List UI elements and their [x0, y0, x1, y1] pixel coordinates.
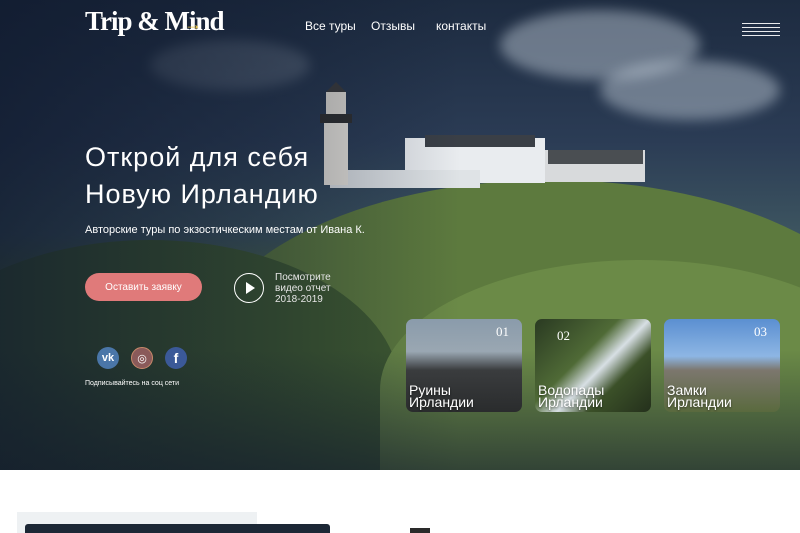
- play-icon: [246, 282, 255, 294]
- hero-section: Trip & Mind → Все туры Отзывы контакты О…: [0, 0, 800, 470]
- bottom-section-image: [25, 524, 330, 533]
- play-video-button[interactable]: [234, 273, 264, 303]
- tour-card-waterfalls[interactable]: 02 Водопады Ирландии: [535, 319, 651, 412]
- card-title: Руины Ирландии: [409, 382, 474, 410]
- nav-reviews[interactable]: Отзывы: [371, 19, 415, 33]
- instagram-icon[interactable]: ◎: [131, 347, 153, 369]
- hero-headline-line1: Открой для себя: [85, 142, 310, 172]
- video-text-line2: видео отчет: [275, 283, 331, 294]
- nav-all-tours[interactable]: Все туры: [305, 19, 356, 33]
- cloud: [600, 60, 780, 120]
- hero-headline-line2: Новую Ирландию: [85, 179, 319, 209]
- card-number: 01: [496, 324, 509, 339]
- card-number: 03: [754, 324, 767, 339]
- submit-request-button[interactable]: Оставить заявку: [85, 273, 202, 301]
- card-title: Водопады Ирландии: [538, 382, 605, 410]
- vk-icon[interactable]: vk: [97, 347, 119, 369]
- social-caption: Подписывайтесь на соц сети: [85, 380, 180, 387]
- logo[interactable]: Trip & Mind: [85, 6, 225, 37]
- tour-card-castles[interactable]: 03 Замки Ирландии: [664, 319, 780, 412]
- card-number: 02: [557, 328, 570, 343]
- logo-arrow-icon: →: [184, 14, 202, 34]
- facebook-icon[interactable]: f: [165, 347, 187, 369]
- video-report-text[interactable]: Посмотрите видео отчет 2018-2019: [275, 272, 331, 305]
- hamburger-menu-icon[interactable]: [742, 23, 780, 37]
- nav-contacts[interactable]: контакты: [436, 19, 486, 33]
- video-text-line1: Посмотрите: [275, 272, 331, 283]
- hero-subtitle: Авторские туры по экзостичкеским местам …: [85, 224, 365, 236]
- bottom-section-heading-mark: [410, 528, 430, 533]
- video-text-line3: 2018-2019: [275, 294, 323, 305]
- card-title: Замки Ирландии: [667, 382, 732, 410]
- tour-card-ruins[interactable]: 01 Руины Ирландии: [406, 319, 522, 412]
- house-roof: [548, 150, 643, 164]
